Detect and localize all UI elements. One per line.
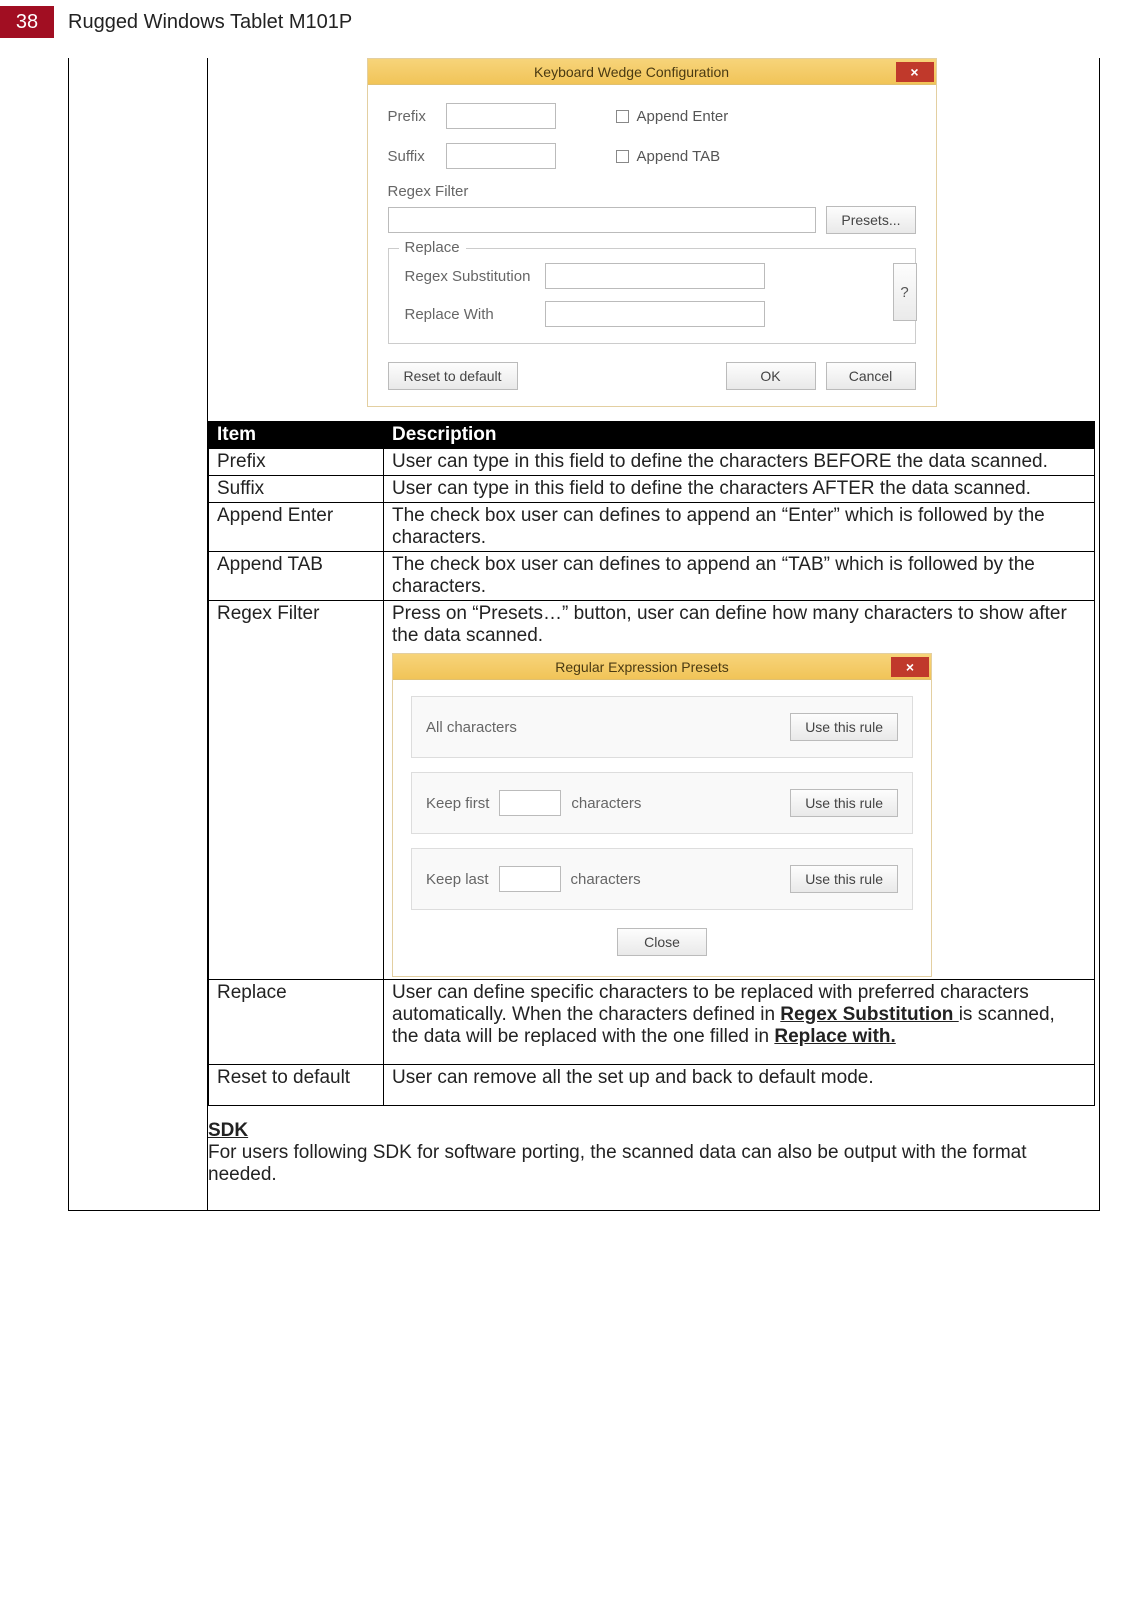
dialog-title: Regular Expression Presets [393, 659, 891, 675]
append-tab-label: Append TAB [637, 148, 721, 165]
characters-label: characters [571, 871, 641, 888]
dialog-titlebar: Keyboard Wedge Configuration × [368, 59, 936, 85]
page-title: Rugged Windows Tablet M101P [68, 11, 352, 34]
replace-legend: Replace [399, 239, 466, 256]
cell-desc: User can define specific characters to b… [384, 980, 1095, 1065]
table-row: Replace User can define specific charact… [209, 980, 1095, 1065]
regex-filter-input[interactable] [388, 207, 817, 233]
cell-item: Append Enter [209, 503, 384, 552]
preset-all-characters: All characters Use this rule [411, 696, 913, 758]
cell-item: Reset to default [209, 1065, 384, 1106]
table-row: Reset to default User can remove all the… [209, 1065, 1095, 1106]
table-row: Prefix User can type in this field to de… [209, 449, 1095, 476]
table-row: Append TAB The check box user can define… [209, 552, 1095, 601]
cell-desc: The check box user can defines to append… [384, 503, 1095, 552]
cell-item: Replace [209, 980, 384, 1065]
cell-desc: User can type in this field to define th… [384, 449, 1095, 476]
keyboard-wedge-dialog: Keyboard Wedge Configuration × Prefix Ap… [367, 58, 937, 407]
cell-item: Suffix [209, 476, 384, 503]
table-row: Append Enter The check box user can defi… [209, 503, 1095, 552]
dialog-title: Keyboard Wedge Configuration [368, 64, 896, 80]
cell-desc: User can remove all the set up and back … [384, 1065, 1095, 1106]
table-row: Suffix User can type in this field to de… [209, 476, 1095, 503]
content-frame: Keyboard Wedge Configuration × Prefix Ap… [68, 58, 1100, 1211]
replace-with-input[interactable] [545, 301, 765, 327]
cell-desc: User can type in this field to define th… [384, 476, 1095, 503]
regex-filter-label: Regex Filter [388, 183, 916, 200]
preset-keep-last: Keep last characters Use this rule [411, 848, 913, 910]
replace-group: Replace Regex Substitution Replace With … [388, 248, 916, 344]
append-tab-checkbox[interactable] [616, 150, 629, 163]
cell-item: Regex Filter [209, 601, 384, 980]
help-button[interactable]: ? [893, 263, 917, 321]
append-enter-checkbox[interactable] [616, 110, 629, 123]
regex-presets-dialog: Regular Expression Presets × All charact… [392, 653, 932, 977]
reset-to-default-button[interactable]: Reset to default [388, 362, 518, 390]
preset-keep-first: Keep first characters Use this rule [411, 772, 913, 834]
cell-item: Prefix [209, 449, 384, 476]
use-this-rule-button[interactable]: Use this rule [790, 713, 898, 741]
sdk-heading: SDK [208, 1120, 1095, 1142]
close-icon[interactable]: × [891, 657, 929, 677]
cell-desc: The check box user can defines to append… [384, 552, 1095, 601]
suffix-input[interactable] [446, 143, 556, 169]
regex-substitution-input[interactable] [545, 263, 765, 289]
keep-last-input[interactable] [499, 866, 561, 892]
dialog-titlebar: Regular Expression Presets × [393, 654, 931, 680]
th-item: Item [209, 422, 384, 449]
page-header: 38 Rugged Windows Tablet M101P [0, 0, 1140, 44]
suffix-label: Suffix [388, 148, 446, 165]
close-icon[interactable]: × [896, 62, 934, 82]
preset-label: All characters [426, 719, 517, 736]
replace-with-label: Replace With [405, 306, 545, 323]
regex-substitution-label: Regex Substitution [405, 268, 545, 285]
characters-label: characters [571, 795, 641, 812]
ok-button[interactable]: OK [726, 362, 816, 390]
use-this-rule-button[interactable]: Use this rule [790, 865, 898, 893]
prefix-label: Prefix [388, 108, 446, 125]
close-button[interactable]: Close [617, 928, 707, 956]
cell-item: Append TAB [209, 552, 384, 601]
cancel-button[interactable]: Cancel [826, 362, 916, 390]
page-number-badge: 38 [0, 6, 54, 38]
th-description: Description [384, 422, 1095, 449]
sdk-body: For users following SDK for software por… [208, 1142, 1095, 1186]
append-enter-label: Append Enter [637, 108, 729, 125]
table-row: Regex Filter Press on “Presets…” button,… [209, 601, 1095, 980]
preset-label: Keep last [426, 871, 489, 888]
preset-label: Keep first [426, 795, 489, 812]
keep-first-input[interactable] [499, 790, 561, 816]
description-table: Item Description Prefix User can type in… [208, 421, 1095, 1106]
use-this-rule-button[interactable]: Use this rule [790, 789, 898, 817]
presets-button[interactable]: Presets... [826, 206, 915, 234]
cell-desc: Press on “Presets…” button, user can def… [384, 601, 1095, 980]
prefix-input[interactable] [446, 103, 556, 129]
table-header-row: Item Description [209, 422, 1095, 449]
